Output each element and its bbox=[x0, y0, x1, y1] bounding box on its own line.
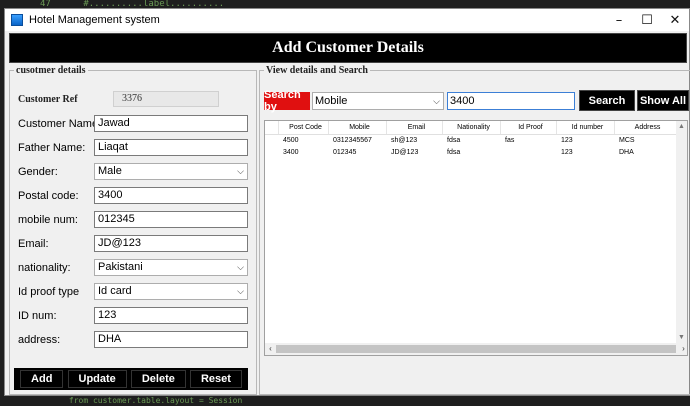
address-label: address: bbox=[18, 334, 61, 346]
email-label: Email: bbox=[18, 238, 49, 250]
search-by-value: Mobile bbox=[315, 95, 348, 107]
table-cell: 4500 bbox=[283, 137, 299, 144]
table-cell: fdsa bbox=[447, 137, 461, 144]
table-row[interactable]: 3400 012345 JD@123 fdsa 123 DHA bbox=[265, 147, 677, 159]
table-cell: 012345 bbox=[333, 149, 357, 156]
table-header-row: Post Code Mobile Email Nationality Id Pr… bbox=[265, 121, 677, 135]
table-cell: fas bbox=[505, 137, 515, 144]
father-name-input[interactable]: Liaqat bbox=[94, 139, 248, 156]
window-title: Hotel Management system bbox=[29, 14, 160, 26]
mobile-input[interactable]: 012345 bbox=[94, 211, 248, 228]
postal-code-input[interactable]: 3400 bbox=[94, 187, 248, 204]
search-legend: View details and Search bbox=[266, 65, 368, 76]
window-controls: – ☐ ✕ bbox=[605, 9, 689, 31]
chevron-down-icon: ⌵ bbox=[433, 96, 440, 106]
search-button[interactable]: Search bbox=[579, 90, 635, 111]
action-button-row: Add Update Delete Reset bbox=[14, 368, 248, 390]
editor-code-line-top: 47 #..........label.......... bbox=[0, 0, 690, 8]
title-bar: Hotel Management system – ☐ ✕ bbox=[5, 9, 689, 31]
id-proof-value: Id card bbox=[98, 285, 132, 297]
chevron-down-icon: ⌵ bbox=[237, 166, 244, 176]
gender-select[interactable]: Male ⌵ bbox=[94, 163, 248, 180]
show-all-button[interactable]: Show All bbox=[637, 90, 689, 111]
column-header-mobile[interactable]: Mobile bbox=[329, 121, 387, 134]
table-cell: fdsa bbox=[447, 149, 461, 156]
id-proof-label: Id proof type bbox=[18, 286, 80, 298]
vertical-scrollbar[interactable]: ▲ ▼ bbox=[676, 121, 687, 343]
customer-ref-field: 3376 bbox=[113, 91, 219, 107]
column-header-post-code[interactable]: Post Code bbox=[279, 121, 329, 134]
app-icon bbox=[11, 14, 23, 26]
customer-details-panel: cusotmer details Customer Ref 3376 Custo… bbox=[9, 65, 257, 395]
reset-button[interactable]: Reset bbox=[189, 370, 242, 388]
minimize-icon[interactable]: – bbox=[605, 9, 633, 31]
chevron-down-icon: ⌵ bbox=[237, 262, 244, 272]
search-input[interactable]: 3400 bbox=[447, 92, 575, 110]
app-window: Hotel Management system – ☐ ✕ Add Custom… bbox=[4, 8, 690, 396]
column-header-nationality[interactable]: Nationality bbox=[443, 121, 501, 134]
scroll-down-icon[interactable]: ▼ bbox=[676, 334, 687, 341]
column-header[interactable] bbox=[265, 121, 279, 134]
postal-code-label: Postal code: bbox=[18, 190, 79, 202]
table-cell bbox=[501, 147, 557, 159]
table-cell: 3400 bbox=[283, 149, 299, 156]
search-by-select[interactable]: Mobile ⌵ bbox=[312, 92, 444, 110]
table-cell: 123 bbox=[561, 137, 573, 144]
scroll-left-icon[interactable]: ‹ bbox=[265, 343, 276, 355]
father-name-label: Father Name: bbox=[18, 142, 86, 154]
table-cell: 123 bbox=[561, 149, 573, 156]
table-cell: JD@123 bbox=[391, 149, 419, 156]
scroll-right-icon[interactable]: › bbox=[678, 343, 687, 355]
table-cell: DHA bbox=[619, 149, 634, 156]
table-cell: 0312345567 bbox=[333, 137, 372, 144]
customer-table[interactable]: Post Code Mobile Email Nationality Id Pr… bbox=[264, 120, 688, 356]
chevron-down-icon: ⌵ bbox=[237, 286, 244, 296]
id-num-input[interactable]: 123 bbox=[94, 307, 248, 324]
nationality-label: nationality: bbox=[18, 262, 71, 274]
delete-button[interactable]: Delete bbox=[130, 370, 186, 388]
nationality-value: Pakistani bbox=[98, 261, 143, 273]
page-title: Add Customer Details bbox=[9, 33, 687, 63]
column-header-id-number[interactable]: Id number bbox=[557, 121, 615, 134]
table-cell: MCS bbox=[619, 137, 635, 144]
mobile-label: mobile num: bbox=[18, 214, 78, 226]
customer-name-input[interactable]: Jawad bbox=[94, 115, 248, 132]
nationality-select[interactable]: Pakistani ⌵ bbox=[94, 259, 248, 276]
customer-ref-label: Customer Ref bbox=[18, 94, 78, 105]
add-button[interactable]: Add bbox=[20, 370, 64, 388]
column-header-address[interactable]: Address bbox=[615, 121, 677, 134]
update-button[interactable]: Update bbox=[67, 370, 127, 388]
column-header-id-proof[interactable]: Id Proof bbox=[501, 121, 557, 134]
search-by-label: Search by bbox=[264, 89, 310, 113]
table-cell bbox=[265, 147, 279, 159]
id-num-label: ID num: bbox=[18, 310, 57, 322]
gender-label: Gender: bbox=[18, 166, 58, 178]
customer-details-legend: cusotmer details bbox=[16, 65, 86, 76]
horizontal-scrollbar[interactable]: ‹ › bbox=[265, 343, 687, 355]
address-input[interactable]: DHA bbox=[94, 331, 248, 348]
gender-value: Male bbox=[98, 165, 122, 177]
search-panel: View details and Search Search by Mobile… bbox=[259, 65, 690, 395]
table-row[interactable]: 4500 0312345567 sh@123 fdsa fas 123 MCS bbox=[265, 135, 677, 147]
table-cell: sh@123 bbox=[391, 137, 418, 144]
column-header-email[interactable]: Email bbox=[387, 121, 443, 134]
table-grid: Post Code Mobile Email Nationality Id Pr… bbox=[265, 121, 677, 159]
table-cell bbox=[265, 135, 279, 147]
scroll-thumb[interactable] bbox=[276, 345, 676, 353]
editor-code-line-bottom: from customer.table.layout = Session bbox=[0, 396, 690, 406]
id-proof-select[interactable]: Id card ⌵ bbox=[94, 283, 248, 300]
maximize-icon[interactable]: ☐ bbox=[633, 9, 661, 31]
email-input[interactable]: JD@123 bbox=[94, 235, 248, 252]
scroll-up-icon[interactable]: ▲ bbox=[676, 123, 687, 130]
close-icon[interactable]: ✕ bbox=[661, 9, 689, 31]
customer-name-label: Customer Name: bbox=[18, 118, 102, 130]
